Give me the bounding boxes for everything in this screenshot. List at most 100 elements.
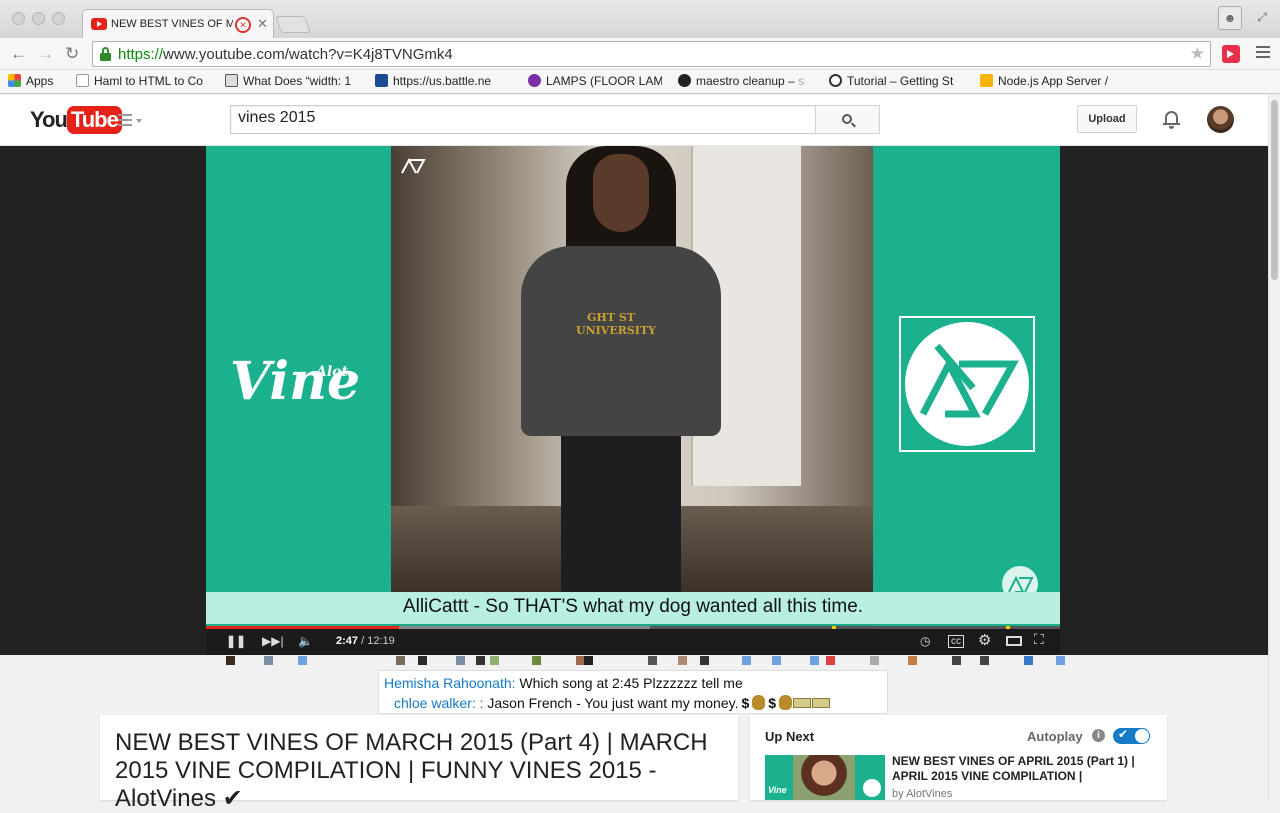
bookmark-item[interactable]: What Does “width: 1 (225, 74, 359, 88)
bookmark-item[interactable]: Haml to HTML to Co (76, 74, 208, 88)
watch-later-icon[interactable]: ◷ (920, 634, 930, 648)
avatar[interactable] (742, 656, 751, 665)
vine-logo: Alot Vine (230, 351, 361, 412)
time-display: 2:47 / 12:19 (336, 635, 395, 647)
up-next-thumbnail[interactable]: Vine (765, 755, 885, 800)
minimize-window-button[interactable] (32, 12, 45, 25)
avatar[interactable] (826, 656, 835, 665)
progress-bar[interactable] (206, 626, 1060, 629)
search-input[interactable]: vines 2015 (230, 105, 815, 134)
profile-icon[interactable]: ☻ (1218, 6, 1242, 30)
search-button[interactable] (815, 105, 880, 134)
avatar[interactable] (584, 656, 593, 665)
dollar-emoji-icon: $ (768, 695, 777, 711)
avatar[interactable] (952, 656, 961, 665)
avatar[interactable] (700, 656, 709, 665)
upload-button[interactable]: Upload (1077, 105, 1137, 133)
lock-icon (100, 47, 111, 61)
youtube-favicon-icon (91, 18, 107, 30)
new-tab-button[interactable] (274, 16, 312, 33)
avatar[interactable] (980, 656, 989, 665)
comment-row: Hemisha Rahoonath: Which song at 2:45 Pl… (384, 675, 743, 691)
autoplay-toggle[interactable]: ✔ (1113, 727, 1150, 744)
page-icon (76, 74, 89, 87)
avatar[interactable] (870, 656, 879, 665)
browser-tab-active[interactable]: NEW BEST VINES OF MARCH 2015 (Part 4) | … (82, 9, 274, 38)
address-bar[interactable]: https://www.youtube.com/watch?v=K4j8TVNG… (92, 41, 1211, 67)
player-controls: ❚❚ ▶▶| 🔈 2:47 / 12:19 ◷ cc ⚙ ⛶ (206, 626, 1060, 655)
avatar[interactable] (1056, 656, 1065, 665)
github-icon (678, 74, 691, 87)
avatar[interactable] (1207, 106, 1234, 133)
browser-toolbar: ← → ↻ https://www.youtube.com/watch?v=K4… (0, 38, 1280, 70)
bookmark-item[interactable]: Tutorial – Getting St (829, 74, 963, 88)
chevron-down-icon (136, 119, 142, 123)
youtube-logo[interactable]: You Tube (30, 106, 122, 134)
zoom-window-button[interactable] (52, 12, 65, 25)
bookmarks-bar: Apps Haml to HTML to Co What Does “width… (0, 70, 1280, 94)
video-caption: AlliCattt - So THAT'S what my dog wanted… (402, 596, 864, 617)
up-next-channel[interactable]: by AlotVines (892, 788, 952, 800)
pause-icon[interactable]: ❚❚ (226, 634, 246, 648)
bookmark-apps[interactable]: Apps (8, 74, 53, 88)
extension-icon[interactable] (1222, 45, 1240, 63)
fullscreen-icon[interactable]: ⛶ (1034, 631, 1044, 648)
scrollbar-thumb[interactable] (1271, 100, 1278, 280)
bookmark-star-icon[interactable]: ★ (1190, 44, 1205, 64)
avatar[interactable] (418, 656, 427, 665)
video-frame[interactable]: Alot Vine GHT ST UNIVERSITY AlliCattt - … (206, 146, 1060, 626)
theater-mode-icon[interactable] (1006, 636, 1022, 646)
avatar[interactable] (298, 656, 307, 665)
comment-avatar-strip (206, 655, 1065, 667)
close-window-button[interactable] (12, 12, 25, 25)
banknote-emoji-icon (812, 698, 831, 708)
chapter-marker (1006, 626, 1010, 629)
comment-overlay: Hemisha Rahoonath: Which song at 2:45 Pl… (378, 670, 888, 714)
captions-icon[interactable]: cc (948, 635, 964, 648)
alotvines-logo-icon (919, 343, 1019, 418)
forward-arrow-icon[interactable]: → (37, 44, 54, 64)
tab-audio-muted-icon[interactable]: ✕ (235, 17, 251, 33)
avatar[interactable] (490, 656, 499, 665)
avatar[interactable] (648, 656, 657, 665)
search-icon (842, 114, 852, 124)
volume-icon[interactable]: 🔈 (298, 634, 313, 648)
avatar[interactable] (810, 656, 819, 665)
avatar[interactable] (396, 656, 405, 665)
avatar[interactable] (456, 656, 465, 665)
bookmark-item[interactable]: maestro cleanup – s (678, 74, 814, 88)
avatar[interactable] (532, 656, 541, 665)
bookmark-item[interactable]: Node.js App Server / (980, 74, 1118, 88)
reload-icon[interactable]: ↻ (65, 44, 79, 64)
avatar[interactable] (1024, 656, 1033, 665)
money-bag-emoji-icon (779, 695, 793, 710)
page-scrollbar[interactable] (1268, 95, 1280, 800)
browser-tab-strip: NEW BEST VINES OF MARCH 2015 (Part 4) | … (0, 0, 1280, 38)
avatar[interactable] (772, 656, 781, 665)
battlenet-icon (375, 74, 388, 87)
tab-close-icon[interactable]: ✕ (257, 16, 268, 32)
comment-author[interactable]: Hemisha Rahoonath: (384, 675, 516, 691)
bookmark-item[interactable]: LAMPS (FLOOR LAMP (528, 74, 662, 88)
wordpress-icon (829, 74, 842, 87)
guide-menu-icon[interactable] (118, 114, 132, 129)
notifications-bell-icon[interactable] (1163, 109, 1180, 129)
back-arrow-icon[interactable]: ← (10, 44, 27, 64)
comment-author[interactable]: chloe walker: : (394, 695, 483, 711)
next-icon[interactable]: ▶▶| (262, 634, 284, 648)
bookmark-item[interactable]: https://us.battle.ne (375, 74, 513, 88)
avatar[interactable] (908, 656, 917, 665)
alotvines-thumb-icon (863, 779, 881, 797)
fullscreen-icon[interactable]: ⤢ (1250, 6, 1274, 30)
avatar[interactable] (678, 656, 687, 665)
info-icon[interactable]: i (1092, 729, 1105, 742)
video-title: NEW BEST VINES OF MARCH 2015 (Part 4) | … (115, 729, 708, 812)
avatar[interactable] (264, 656, 273, 665)
chrome-menu-icon[interactable] (1256, 46, 1270, 60)
avatar[interactable] (226, 656, 235, 665)
avatar[interactable] (476, 656, 485, 665)
up-next-title[interactable]: NEW BEST VINES OF APRIL 2015 (Part 1) | … (892, 754, 1157, 784)
video-scene: GHT ST UNIVERSITY (391, 146, 873, 592)
settings-gear-icon[interactable]: ⚙ (978, 631, 991, 649)
iw-site-icon (225, 74, 238, 87)
